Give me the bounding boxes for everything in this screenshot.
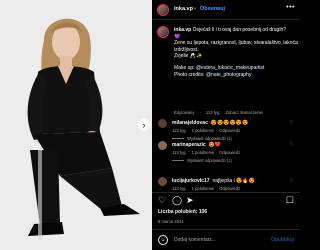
caption-line-4: izdržljivost.: [174, 46, 199, 53]
caption-meta: Edytowany · 113 tyg. Zobacz tłumaczenie: [174, 110, 268, 115]
follow-button[interactable]: Obserwuj: [200, 6, 225, 12]
post-actions: ♡ ◯ ➤ ☐: [152, 192, 300, 206]
comment-body: 😍❤️: [208, 142, 222, 148]
comment-body: 😍😍😍😍😍😍: [210, 120, 249, 126]
reply-button[interactable]: Odpowiedz: [219, 150, 240, 155]
author-username[interactable]: inka.vp: [174, 6, 193, 12]
caption-time: 113 tyg.: [205, 110, 221, 115]
comment-like-heart-icon[interactable]: ♡: [290, 120, 294, 126]
comment-like-heart-icon[interactable]: ♡: [290, 142, 294, 148]
post-date: 8 marca 2024: [158, 219, 184, 224]
reply-button[interactable]: Odpowiedz: [219, 128, 240, 133]
header-separator: •: [194, 6, 196, 12]
caption-line-1: Osjećaš li i ti ovaj dan posebnij od dru…: [192, 27, 287, 33]
more-icon[interactable]: •••: [286, 4, 295, 11]
comment-text: milanajeldovac 😍😍😍😍😍😍: [172, 120, 248, 126]
send-icon[interactable]: ➤: [186, 196, 194, 205]
commenter-username[interactable]: milanajeldovac: [172, 120, 208, 126]
reply-button[interactable]: Odpowiedz: [219, 186, 240, 191]
comment-body: najljepša i 😍🔥😍: [212, 178, 255, 184]
comment-meta: 113 tyg. 1 polubienie Odpowiedz: [172, 150, 245, 155]
makeup-label: Make up:: [174, 64, 195, 71]
comment-text: marinaperazic 😍❤️: [172, 142, 221, 148]
comment-input[interactable]: [174, 235, 264, 245]
edited-label: Edytowany: [174, 110, 195, 115]
photographer-link[interactable]: @nate_photography: [206, 72, 251, 78]
caption-text: inka.vp Osjećaš li i ti ovaj dan posebni…: [174, 27, 298, 78]
commenter-username[interactable]: marinaperazic: [172, 142, 206, 148]
commenter-avatar[interactable]: [158, 141, 167, 150]
post-photo[interactable]: ›: [0, 0, 152, 250]
bookmark-icon[interactable]: ☐: [286, 196, 294, 205]
photo-label: Photo credits:: [174, 71, 205, 78]
comment-meta: 113 tyg. 1 polubienie Odpowiedz: [172, 128, 245, 133]
author-avatar[interactable]: [158, 5, 168, 15]
post-header: inka.vp • Obserwuj •••: [152, 0, 300, 20]
view-replies-button[interactable]: Wyświetl odpowiedzi (1): [172, 158, 232, 163]
comment-likes[interactable]: 1 polubienie: [192, 150, 215, 155]
caption-line-3: Žene su ljepota, razigranost, ljubav, st…: [174, 40, 298, 47]
caption-line-5: Žvjelie 🥂✨: [174, 53, 203, 60]
emoji-icon[interactable]: ☺: [158, 235, 168, 245]
caption-avatar[interactable]: [158, 27, 168, 37]
comment-time: 113 tyg.: [172, 150, 187, 155]
caption-line-2: 💜: [174, 33, 181, 40]
comment-likes[interactable]: 1 polubienie: [192, 186, 215, 191]
commenter-avatar[interactable]: [158, 177, 167, 186]
makeup-artist-link[interactable]: @estera_lukacic_makeupartist: [196, 65, 264, 71]
meta-dot: ·: [199, 110, 201, 115]
comment-time: 113 tyg.: [172, 128, 187, 133]
comment-icon[interactable]: ◯: [172, 196, 182, 205]
commenter-avatar[interactable]: [158, 119, 167, 128]
comment-like-heart-icon[interactable]: ♡: [290, 178, 294, 184]
caption-username[interactable]: inka.vp: [174, 27, 191, 33]
add-comment-bar: ☺ Opublikuj: [152, 229, 300, 250]
heart-icon[interactable]: ♡: [158, 196, 166, 205]
woman-portrait-image: [0, 0, 152, 250]
commenter-username[interactable]: lucijajurkovic17: [172, 178, 210, 184]
post-sidebar: inka.vp • Obserwuj ••• inka.vp Osjećaš l…: [152, 0, 300, 250]
comment-meta: 113 tyg. 1 polubienie Odpowiedz: [172, 186, 245, 191]
comment-item: marinaperazic 😍❤️ 113 tyg. 1 polubienie Odp…: [152, 140, 300, 166]
comment-time: 113 tyg.: [172, 186, 187, 191]
likes-count[interactable]: Liczba polubień: 106: [158, 209, 207, 215]
see-translation-link[interactable]: Zobacz tłumaczenie: [225, 110, 262, 115]
post-comment-button[interactable]: Opublikuj: [271, 237, 294, 243]
next-image-button[interactable]: ›: [138, 119, 150, 131]
comment-text: lucijajurkovic17 najljepša i 😍🔥😍: [172, 178, 255, 184]
comment-likes[interactable]: 1 polubienie: [192, 128, 215, 133]
